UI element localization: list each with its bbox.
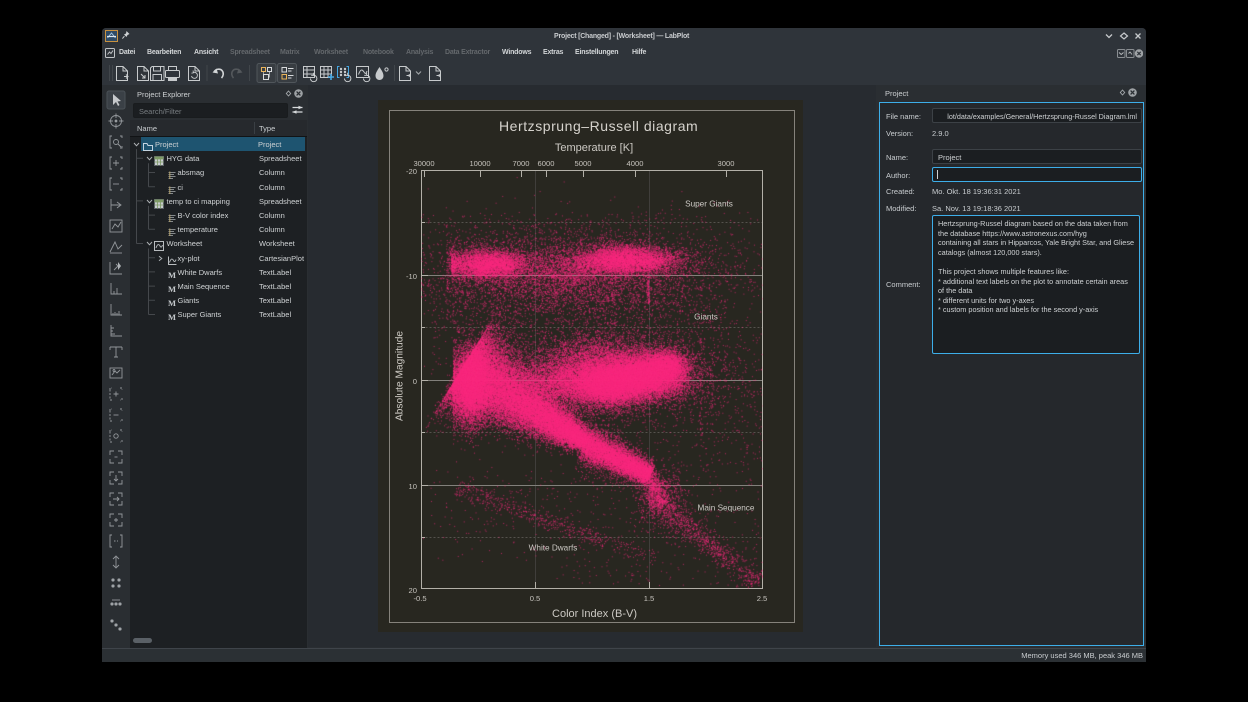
svg-text:M: M xyxy=(167,312,175,322)
